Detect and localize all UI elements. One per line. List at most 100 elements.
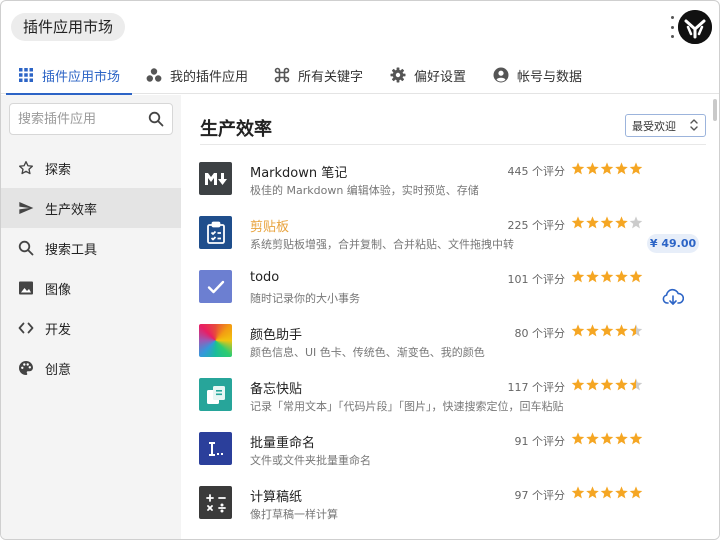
star-rating <box>571 216 643 229</box>
send-icon <box>18 200 34 216</box>
tab-account-data[interactable]: 帐号与数据 <box>493 56 582 94</box>
tab-plugin-market[interactable]: 插件应用市场 <box>5 56 133 95</box>
rating-count: 225 个评分 <box>507 219 566 232</box>
tab-all-keywords[interactable]: 所有关键字 <box>274 56 363 94</box>
gear-icon <box>390 67 406 83</box>
search-icon <box>18 240 34 256</box>
star-icon <box>615 216 628 229</box>
star-icon <box>629 378 643 391</box>
app-title: 插件应用市场 <box>11 13 126 41</box>
list-item[interactable]: 计算稿纸 像打草稿一样计算 97 个评分 <box>181 475 719 529</box>
star-icon <box>615 378 628 391</box>
star-icon <box>629 486 643 499</box>
tab-label: 偏好设置 <box>414 69 467 85</box>
list-item[interactable]: todo 随时记录你的大小事务 101 个评分 <box>181 259 719 313</box>
star-icon <box>586 486 599 499</box>
tab-preferences[interactable]: 偏好设置 <box>390 56 466 94</box>
app-description: 记录「常用文本」「代码片段」「图片」，快速搜索定位，回车粘贴 <box>250 400 564 413</box>
list-item[interactable]: 批量重命名 文件或文件夹批量重命名 91 个评分 <box>181 421 719 475</box>
app-description: 颜色信息、UI 色卡、传统色、渐变色、我的颜色 <box>250 346 485 359</box>
color-wheel-icon <box>199 324 232 357</box>
star-icon <box>571 216 585 229</box>
tab-label: 插件应用市场 <box>42 69 121 85</box>
tab-label: 帐号与数据 <box>517 69 583 85</box>
rating-count: 97 个评分 <box>514 489 566 502</box>
sort-dropdown[interactable]: 最受欢迎 <box>625 114 706 137</box>
star-icon <box>615 162 628 175</box>
sidebar-item-productivity[interactable]: 生产效率 <box>1 188 181 228</box>
tab-label: 我的插件应用 <box>170 69 249 85</box>
more-menu-icon[interactable] <box>666 16 678 38</box>
sidebar-item-images[interactable]: 图像 <box>1 268 181 308</box>
star-rating <box>571 486 643 499</box>
top-navigation: 插件应用市场 我的插件应用 所有关键字 偏好设置 帐号与数据 <box>1 56 719 95</box>
rename-icon <box>199 432 232 465</box>
memo-icon <box>199 378 232 411</box>
star-icon <box>586 216 599 229</box>
clipboard-icon <box>199 216 232 249</box>
app-description: 极佳的 Markdown 编辑体验，实时预览、存储 <box>250 184 479 197</box>
tab-my-plugins[interactable]: 我的插件应用 <box>146 56 248 94</box>
checkmark-icon <box>199 270 232 303</box>
list-item[interactable]: 备忘快贴 记录「常用文本」「代码片段」「图片」，快速搜索定位，回车粘贴 117 … <box>181 367 719 421</box>
code-icon <box>18 320 34 336</box>
star-icon <box>629 324 643 337</box>
cloud-download-icon[interactable] <box>662 287 685 307</box>
app-window: 插件应用市场 插件应用市场 我的插件应用 所有关键字 偏好设置 帐号与数据 搜索… <box>0 0 720 540</box>
palette-icon <box>18 360 34 376</box>
list-item[interactable]: Markdown 笔记 极佳的 Markdown 编辑体验，实时预览、存储 44… <box>181 151 719 205</box>
star-icon <box>600 432 614 445</box>
star-icon <box>586 270 599 283</box>
price-badge[interactable]: ¥ 49.00 <box>647 234 699 253</box>
app-name: 剪贴板 <box>250 220 290 235</box>
app-logo[interactable] <box>678 10 712 44</box>
main-content: 生产效率 最受欢迎 Markdown 笔记 极佳的 Markdown 编辑体验，… <box>181 95 719 539</box>
grid-icon <box>18 67 34 83</box>
star-icon <box>600 324 614 337</box>
star-icon <box>586 378 599 391</box>
star-icon <box>586 432 599 445</box>
star-icon <box>571 486 585 499</box>
star-icon <box>629 162 643 175</box>
star-icon <box>615 324 628 337</box>
star-rating <box>571 378 643 391</box>
star-icon <box>600 162 614 175</box>
search-box <box>9 103 173 135</box>
app-name: todo <box>250 270 280 285</box>
search-icon[interactable] <box>148 111 164 127</box>
sidebar-item-label: 生产效率 <box>45 202 98 218</box>
sort-label: 最受欢迎 <box>632 119 676 133</box>
sidebar-item-creative[interactable]: 创意 <box>1 348 181 388</box>
search-input[interactable] <box>10 104 140 134</box>
account-icon <box>493 67 509 83</box>
command-icon <box>274 67 290 83</box>
star-icon <box>615 432 628 445</box>
star-icon <box>600 216 614 229</box>
page-title: 生产效率 <box>200 119 272 140</box>
star-icon <box>629 270 643 283</box>
image-icon <box>18 280 34 296</box>
sidebar-item-development[interactable]: 开发 <box>1 308 181 348</box>
star-icon <box>600 270 614 283</box>
star-icon <box>629 216 643 229</box>
app-description: 系统剪贴板增强，合并复制、合并粘贴、文件拖拽中转 <box>250 238 514 251</box>
list-item[interactable]: 颜色助手 颜色信息、UI 色卡、传统色、渐变色、我的颜色 80 个评分 <box>181 313 719 367</box>
app-name: Markdown 笔记 <box>250 166 348 181</box>
plugins-icon <box>146 67 162 83</box>
tab-label: 所有关键字 <box>298 69 364 85</box>
sidebar-item-explore[interactable]: 探索 <box>1 148 181 188</box>
chevron-up-down-icon <box>689 118 699 132</box>
sidebar-item-label: 搜索工具 <box>45 242 98 258</box>
sidebar-item-label: 创意 <box>45 362 72 378</box>
app-name: 颜色助手 <box>250 328 303 343</box>
markdown-icon <box>199 162 232 195</box>
sidebar-item-search-tools[interactable]: 搜索工具 <box>1 228 181 268</box>
list-item[interactable]: 剪贴板 系统剪贴板增强，合并复制、合并粘贴、文件拖拽中转 225 个评分 ¥ 4… <box>181 205 719 259</box>
calculator-icon <box>199 486 232 519</box>
star-rating <box>571 324 643 337</box>
rating-count: 80 个评分 <box>514 327 566 340</box>
star-icon <box>615 270 628 283</box>
sidebar-item-label: 图像 <box>45 282 72 298</box>
sidebar-item-label: 开发 <box>45 322 72 338</box>
scrollbar[interactable] <box>713 99 717 121</box>
